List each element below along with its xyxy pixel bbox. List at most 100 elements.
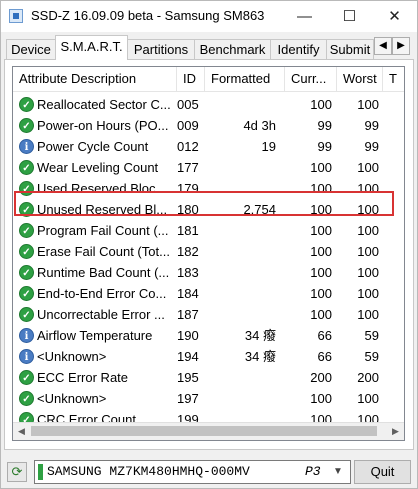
header-current[interactable]: Curr...: [285, 67, 337, 91]
tab-strip: Device S.M.A.R.T. Partitions Benchmark I…: [1, 35, 417, 60]
formatted-cell: [204, 283, 276, 304]
app-icon: [9, 9, 23, 23]
formatted-cell: [204, 94, 276, 115]
worst-cell: 100: [357, 97, 379, 112]
attribute-cell: <Unknown>: [37, 349, 107, 364]
worst-cell: 100: [357, 223, 379, 238]
current-cell: 100: [310, 160, 332, 175]
refresh-icon[interactable]: ⟳: [7, 462, 27, 482]
tab-submit[interactable]: Submit: [326, 39, 374, 59]
current-cell: 99: [317, 139, 332, 154]
header-attribute-description[interactable]: Attribute Description: [13, 67, 177, 91]
status-ok-icon: ✓: [19, 370, 34, 385]
device-name: SAMSUNG MZ7KM480HMHQ-000MV: [47, 464, 250, 479]
header-formatted[interactable]: Formatted: [205, 67, 285, 91]
minimize-button[interactable]: —: [282, 1, 327, 32]
attribute-cell: Uncorrectable Error ...: [37, 307, 165, 322]
scroll-left-icon[interactable]: ◀: [13, 423, 30, 440]
current-cell: 100: [310, 307, 332, 322]
table-row[interactable]: ✓ Wear Leveling Count 177 100 100: [13, 157, 404, 178]
header-threshold[interactable]: T: [383, 67, 404, 91]
worst-cell: 100: [357, 244, 379, 259]
current-cell: 100: [310, 181, 332, 196]
status-ok-icon: ✓: [19, 244, 34, 259]
table-row[interactable]: ✓ Reallocated Sector C... 005 100 100: [13, 94, 404, 115]
id-cell: 182: [177, 244, 199, 259]
app-window: SSD-Z 16.09.09 beta - Samsung SM863 — ☐ …: [0, 0, 418, 489]
table-row[interactable]: ✓ Unused Reserved Bl... 180 2,754 100 100: [13, 199, 404, 220]
id-cell: 179: [177, 181, 199, 196]
status-ok-icon: ✓: [19, 118, 34, 133]
current-cell: 100: [310, 286, 332, 301]
id-cell: 187: [177, 307, 199, 322]
formatted-cell: 34 癈: [244, 349, 276, 364]
worst-cell: 59: [364, 328, 379, 343]
table-row[interactable]: ✓ Program Fail Count (... 181 100 100: [13, 220, 404, 241]
table-row[interactable]: i <Unknown> 194 34 癈 66 59: [13, 346, 404, 367]
status-ok-icon: ✓: [19, 265, 34, 280]
status-ok-icon: ✓: [19, 181, 34, 196]
header-worst[interactable]: Worst: [337, 67, 383, 91]
worst-cell: 100: [357, 160, 379, 175]
attribute-cell: Wear Leveling Count: [37, 160, 159, 175]
title-bar[interactable]: SSD-Z 16.09.09 beta - Samsung SM863 — ☐ …: [1, 1, 417, 32]
attribute-cell: Used Reserved Bloc...: [37, 181, 167, 196]
tab-benchmark[interactable]: Benchmark: [194, 39, 271, 59]
table-row[interactable]: ✓ Uncorrectable Error ... 187 100 100: [13, 304, 404, 325]
attribute-cell: Power-on Hours (PO...: [37, 118, 169, 133]
scroll-right-icon[interactable]: ▶: [387, 423, 404, 440]
table-row[interactable]: ✓ End-to-End Error Co... 184 100 100: [13, 283, 404, 304]
table-row[interactable]: ✓ <Unknown> 197 100 100: [13, 388, 404, 409]
id-cell: 194: [177, 349, 199, 364]
tab-partitions[interactable]: Partitions: [127, 39, 195, 59]
formatted-cell: 19: [261, 139, 276, 154]
tab-device[interactable]: Device: [6, 39, 56, 59]
formatted-cell: [204, 241, 276, 262]
worst-cell: 99: [364, 139, 379, 154]
formatted-cell: [204, 220, 276, 241]
attribute-cell: Runtime Bad Count (...: [37, 265, 170, 280]
attribute-cell: <Unknown>: [37, 391, 107, 406]
maximize-button[interactable]: ☐: [327, 1, 372, 32]
tab-smart[interactable]: S.M.A.R.T.: [55, 35, 128, 60]
status-ok-icon: ✓: [19, 286, 34, 301]
current-cell: 100: [310, 97, 332, 112]
status-ok-icon: ✓: [19, 307, 34, 322]
device-status-indicator: [38, 464, 43, 480]
tab-scroll-right-icon[interactable]: ▶: [392, 37, 410, 55]
attribute-cell: Erase Fail Count (Tot...: [37, 244, 170, 259]
smart-panel: Attribute Description ID Formatted Curr.…: [4, 59, 414, 450]
tab-identify[interactable]: Identify: [270, 39, 327, 59]
device-slot: P3: [305, 464, 321, 479]
table-row[interactable]: ✓ Erase Fail Count (Tot... 182 100 100: [13, 241, 404, 262]
scrollbar-thumb[interactable]: [31, 426, 377, 436]
table-row[interactable]: ✓ Runtime Bad Count (... 183 100 100: [13, 262, 404, 283]
status-ok-icon: ✓: [19, 202, 34, 217]
id-cell: 181: [177, 223, 199, 238]
current-cell: 66: [317, 328, 332, 343]
device-selector[interactable]: SAMSUNG MZ7KM480HMHQ-000MV P3 ▼: [34, 460, 351, 484]
table-row[interactable]: ✓ Power-on Hours (PO... 009 4d 3h 99 99: [13, 115, 404, 136]
formatted-cell: [204, 367, 276, 388]
attribute-cell: Unused Reserved Bl...: [37, 202, 168, 217]
status-info-icon: i: [19, 328, 34, 343]
status-info-icon: i: [19, 349, 34, 364]
table-row[interactable]: i Power Cycle Count 012 19 99 99: [13, 136, 404, 157]
quit-button[interactable]: Quit: [354, 460, 411, 484]
close-button[interactable]: ✕: [372, 1, 417, 32]
horizontal-scrollbar[interactable]: ◀ ▶: [13, 422, 404, 440]
chevron-down-icon[interactable]: ▼: [333, 461, 343, 483]
id-cell: 190: [177, 328, 199, 343]
table-row[interactable]: ✓ Used Reserved Bloc... 179 100 100: [13, 178, 404, 199]
table-row[interactable]: i Airflow Temperature 190 34 癈 66 59: [13, 325, 404, 346]
formatted-cell: [204, 157, 276, 178]
formatted-cell: [204, 178, 276, 199]
header-id[interactable]: ID: [177, 67, 205, 91]
worst-cell: 99: [364, 118, 379, 133]
formatted-cell: [204, 262, 276, 283]
table-row[interactable]: ✓ ECC Error Rate 195 200 200: [13, 367, 404, 388]
tab-scroll-left-icon[interactable]: ◀: [374, 37, 392, 55]
window-title: SSD-Z 16.09.09 beta - Samsung SM863: [31, 8, 265, 23]
id-cell: 012: [177, 139, 199, 154]
smart-attribute-list[interactable]: Attribute Description ID Formatted Curr.…: [12, 66, 405, 441]
